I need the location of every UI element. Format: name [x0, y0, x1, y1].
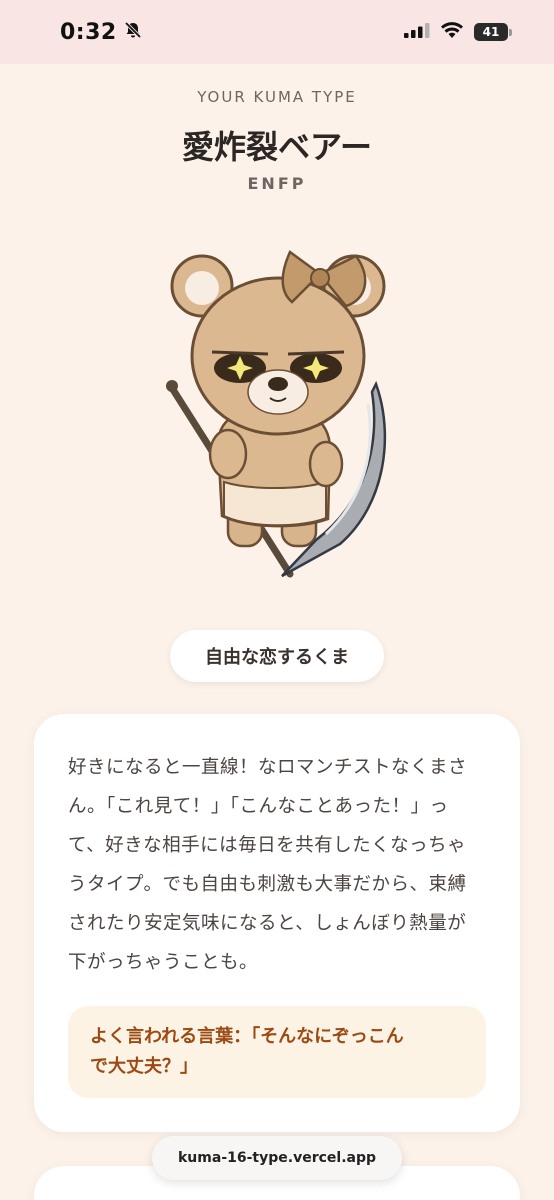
status-left: 0:32: [60, 20, 143, 45]
description-text: 好きになると一直線！なロマンチストなくまさ ん。「これ見て！」「こんなことあった…: [68, 748, 486, 982]
description-line: 好きになると一直線！なロマンチストなくまさ: [68, 757, 468, 778]
result-page: YOUR KUMA TYPE 愛炸裂ベアー ENFP 自由な恋するくま 好きにな…: [0, 64, 554, 1200]
battery-body: 41: [474, 23, 508, 41]
type-nickname-tag: 自由な恋するくま: [170, 630, 384, 682]
description-line: ん。「これ見て！」「こんなことあった！」っ: [68, 796, 449, 817]
description-card: 好きになると一直線！なロマンチストなくまさ ん。「これ見て！」「こんなことあった…: [34, 714, 520, 1132]
type-code: ENFP: [247, 174, 307, 193]
status-right: 41: [404, 21, 512, 43]
bell-slash-icon: [123, 20, 143, 44]
battery-nub: [509, 28, 512, 36]
cellular-signal-icon: [404, 22, 430, 42]
browser-url-bar[interactable]: kuma-16-type.vercel.app: [152, 1136, 402, 1180]
bear-illustration: [140, 244, 420, 584]
description-line: て、好きな相手には毎日を共有したくなっちゃ: [68, 835, 467, 856]
page-title: 愛炸裂ベアー: [181, 128, 373, 166]
description-line: されたり安定気味になると、しょんぼり熱量が: [68, 913, 467, 934]
quote-line: よく言われる言葉：「そんなにぞっこん: [90, 1026, 404, 1047]
quote-line: で大丈夫？」: [90, 1056, 198, 1077]
description-line: 下がっちゃうことも。: [68, 952, 259, 973]
page-kicker: YOUR KUMA TYPE: [197, 88, 357, 106]
status-time: 0:32: [60, 19, 117, 45]
quote-box: よく言われる言葉：「そんなにぞっこん で大丈夫？」: [68, 1006, 486, 1098]
battery-level: 41: [482, 25, 500, 39]
status-bar: 0:32 41: [0, 0, 554, 64]
battery-icon: 41: [474, 23, 512, 41]
description-line: うタイプ。でも自由も刺激も大事だから、束縛: [68, 874, 467, 895]
wifi-icon: [440, 21, 464, 43]
